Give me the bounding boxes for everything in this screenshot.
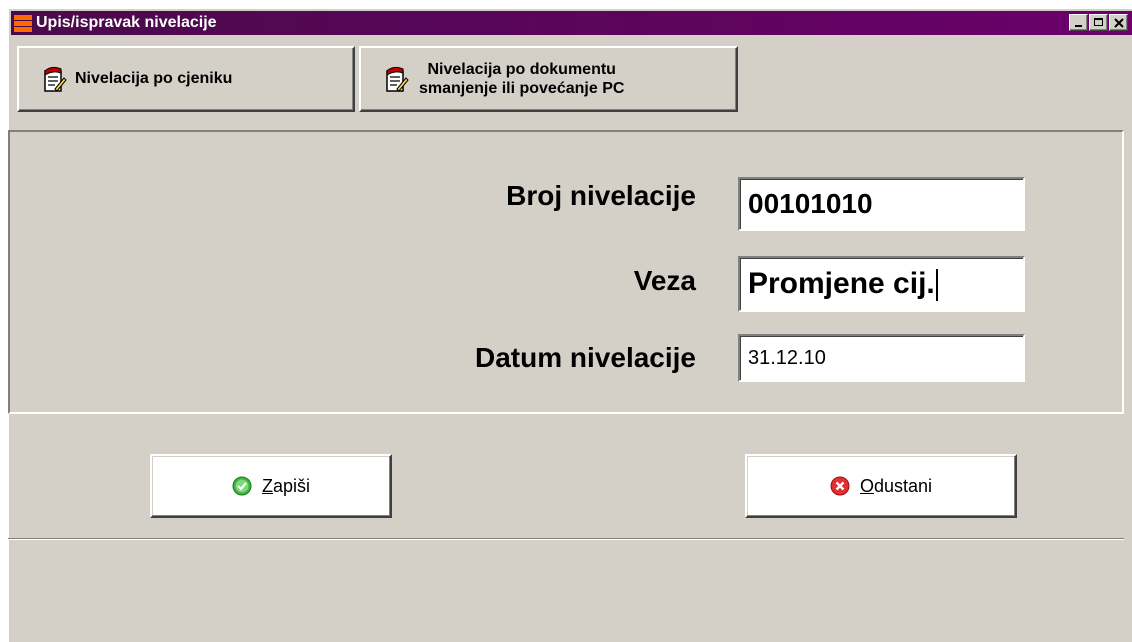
cancel-button[interactable]: Odustani bbox=[745, 454, 1017, 518]
price-list-leveling-label: Nivelacija po cjeniku bbox=[75, 70, 233, 87]
link-field[interactable]: Promjene cij. bbox=[738, 256, 1025, 312]
document-leveling-button[interactable]: Nivelacija po dokumentu smanjenje ili po… bbox=[359, 46, 738, 112]
maximize-button[interactable] bbox=[1089, 14, 1108, 31]
checkmark-icon bbox=[232, 476, 252, 496]
document-leveling-label-line1: Nivelacija po dokumentu bbox=[427, 61, 616, 78]
minimize-icon bbox=[1075, 25, 1082, 27]
title-bar[interactable]: Upis/ispravak nivelacije bbox=[11, 11, 1132, 35]
close-button[interactable] bbox=[1109, 14, 1128, 31]
close-circle-icon bbox=[830, 476, 850, 496]
date-field[interactable]: 31.12.10 bbox=[738, 334, 1025, 382]
text-caret bbox=[935, 269, 938, 302]
window-title: Upis/ispravak nivelacije bbox=[36, 14, 217, 31]
document-edit-icon bbox=[386, 66, 409, 92]
number-field[interactable]: 00101010 bbox=[738, 177, 1025, 231]
maximize-icon bbox=[1094, 18, 1103, 26]
date-label: Datum nivelacije bbox=[475, 342, 696, 373]
price-list-leveling-button[interactable]: Nivelacija po cjeniku bbox=[17, 46, 355, 112]
save-label: Zapiši bbox=[261, 475, 311, 496]
document-edit-icon bbox=[44, 66, 67, 92]
cancel-label: Odustani bbox=[859, 475, 933, 496]
date-value: 31.12.10 bbox=[748, 347, 826, 369]
document-leveling-label: Nivelacija po dokumentu smanjenje ili po… bbox=[419, 60, 624, 98]
close-icon bbox=[1114, 18, 1124, 28]
window-menu-icon[interactable] bbox=[14, 14, 32, 32]
link-value: Promjene cij. bbox=[748, 267, 935, 300]
link-label: Veza bbox=[633, 265, 696, 296]
minimize-button[interactable] bbox=[1069, 14, 1088, 31]
divider bbox=[8, 538, 1124, 540]
document-leveling-label-line2: smanjenje ili povećanje PC bbox=[419, 80, 625, 97]
number-value: 00101010 bbox=[748, 188, 873, 219]
save-button[interactable]: Zapiši bbox=[150, 454, 392, 518]
number-label: Broj nivelacije bbox=[506, 180, 696, 211]
